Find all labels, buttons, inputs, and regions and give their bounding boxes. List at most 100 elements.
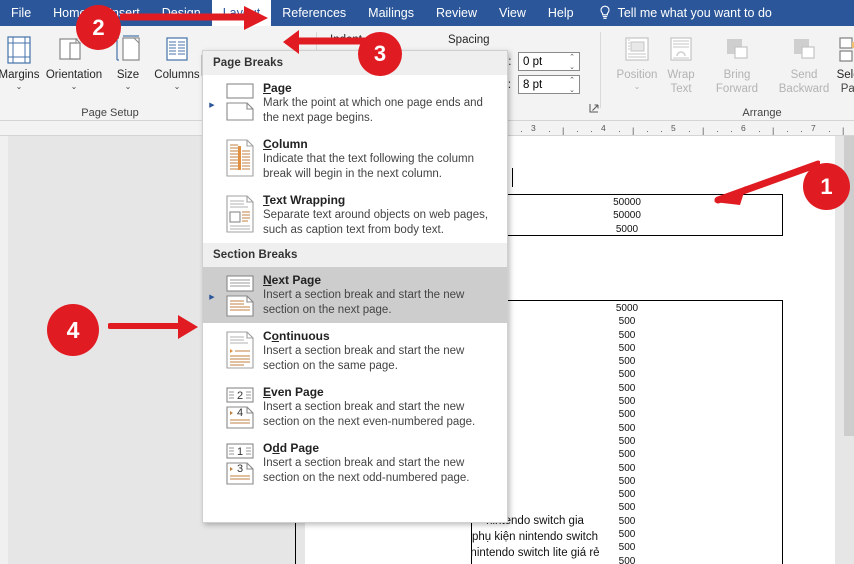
annotation-badge-3: 3 <box>358 32 402 76</box>
ruler-tick: | <box>772 126 774 136</box>
text-cursor <box>512 168 513 187</box>
table-cell-value: 500 <box>472 435 782 448</box>
tab-mailings[interactable]: Mailings <box>357 0 425 26</box>
svg-text:1: 1 <box>237 446 243 458</box>
ruler-tick: · <box>828 126 831 136</box>
table-cell-value: 500 <box>472 382 782 395</box>
ruler-tick: · <box>800 126 803 136</box>
table-cell-value: 500 <box>472 342 782 355</box>
bring-forward-icon <box>702 31 772 69</box>
menu-item-marker: ▶ <box>207 81 217 125</box>
menu-item-description: Insert a section break and start the new… <box>263 344 499 373</box>
ruler-tick: · <box>660 126 663 136</box>
tab-help[interactable]: Help <box>537 0 585 26</box>
menu-item-page[interactable]: ▶ Page Mark the point at which one page … <box>203 75 507 131</box>
bring-forward-label: Bring <box>702 69 772 82</box>
menu-section-header-section-breaks: Section Breaks <box>203 243 507 267</box>
ruler-tick: · <box>520 126 523 136</box>
next-page-break-icon <box>217 273 263 317</box>
menu-item-description: Mark the point at which one page ends an… <box>263 96 499 125</box>
spacing-label: Spacing <box>448 34 490 46</box>
menu-item-description: Indicate that the text following the col… <box>263 152 499 181</box>
keyword-line: nintendo switch lite giá rẻ <box>325 546 745 562</box>
menu-item-title-rest: ext Page <box>272 273 321 287</box>
column-break-icon <box>217 137 263 181</box>
annotation-badge-2: 2 <box>76 5 121 50</box>
menu-item-description: Separate text around objects on web page… <box>263 208 499 237</box>
keyword-line: phụ kiện nintendo switch <box>325 530 745 546</box>
spinner-arrows[interactable]: ⌃⌄ <box>565 76 579 93</box>
bring-forward-button[interactable]: Bring Forward <box>702 31 772 96</box>
odd-page-break-icon: 13 <box>217 441 263 485</box>
spinner-arrows[interactable]: ⌃⌄ <box>565 53 579 70</box>
menu-item-text-wrapping[interactable]: Text Wrapping Separate text around objec… <box>203 187 507 243</box>
table-cell-value: 500 <box>472 368 782 381</box>
table-cell-value: 500 <box>472 462 782 475</box>
ruler-tick: · <box>618 126 621 136</box>
spacing-before-input[interactable]: 0 pt ⌃⌄ <box>518 52 580 71</box>
menu-item-description: Insert a section break and start the new… <box>263 288 499 317</box>
ruler-number: 5 <box>671 123 676 133</box>
columns-label: Columns <box>146 69 208 82</box>
menu-item-title: Even Page <box>263 385 499 399</box>
menu-item-marker <box>207 329 217 373</box>
lightbulb-icon <box>599 5 611 21</box>
tab-review[interactable]: Review <box>425 0 488 26</box>
svg-text:2: 2 <box>237 390 243 402</box>
menu-item-next-page[interactable]: ▶ Next Page Insert a section break and s… <box>203 267 507 323</box>
tab-references[interactable]: References <box>271 0 357 26</box>
table-cell-value: 500 <box>472 408 782 421</box>
menu-item-title: Text Wrapping <box>263 193 499 207</box>
paragraph-dialog-launcher[interactable] <box>588 102 600 114</box>
chevron-down-icon[interactable]: ⌄ <box>146 83 208 91</box>
ruler-tick: | <box>632 126 634 136</box>
ruler-tick: · <box>730 126 733 136</box>
menu-item-title: Continuous <box>263 329 499 343</box>
ruler-tick: · <box>716 126 719 136</box>
table-cell-value: 500 <box>472 422 782 435</box>
tell-me-label: Tell me what you want to do <box>618 0 772 26</box>
group-divider <box>600 32 601 108</box>
menu-item-title-rest: ven Page <box>271 385 324 399</box>
chevron-down-icon[interactable]: ⌄ <box>43 83 105 91</box>
ruler-tick: | <box>842 126 844 136</box>
ruler-tick: · <box>590 126 593 136</box>
menu-item-title-rest: ntinuous <box>279 329 330 343</box>
menu-item-marker: ▶ <box>207 273 217 317</box>
orientation-label: Orientation <box>43 69 105 82</box>
menu-item-title-rest: age <box>271 81 292 95</box>
menu-item-odd-page[interactable]: 13 Odd Page Insert a section break and s… <box>203 435 507 491</box>
columns-button[interactable]: Columns ⌄ <box>146 31 208 91</box>
chevron-down-icon[interactable]: ⌄ <box>108 83 148 91</box>
ruler-tick: | <box>702 126 704 136</box>
table-cell-value: 500 <box>472 315 782 328</box>
annotation-arrow-1 <box>700 160 820 210</box>
page-break-icon <box>217 81 263 125</box>
menu-item-title: Page <box>263 81 499 95</box>
spacing-after-value: 8 pt <box>523 79 542 91</box>
menu-item-continuous[interactable]: Continuous Insert a section break and st… <box>203 323 507 379</box>
menu-item-title: Column <box>263 137 499 151</box>
ruler-tick: · <box>548 126 551 136</box>
selection-pane-button[interactable]: Selec Pan <box>828 31 854 96</box>
menu-item-even-page[interactable]: 24 Even Page Insert a section break and … <box>203 379 507 435</box>
bring-forward-sublabel: Forward <box>702 83 772 96</box>
breaks-dropdown-menu[interactable]: Page Breaks ▶ Page Mark the point at whi… <box>202 50 508 523</box>
table-cell-value: 500 <box>472 395 782 408</box>
menu-item-column[interactable]: Column Indicate that the text following … <box>203 131 507 187</box>
tell-me-box[interactable]: Tell me what you want to do <box>599 0 772 26</box>
table-cell-value: 500 <box>472 448 782 461</box>
size-label: Size <box>108 69 148 82</box>
tab-file[interactable]: File <box>0 0 42 26</box>
spacing-after-input[interactable]: 8 pt ⌃⌄ <box>518 75 580 94</box>
menu-item-title-pre: O <box>263 441 272 455</box>
ruler-tick: · <box>786 126 789 136</box>
ruler-tick: · <box>646 126 649 136</box>
tab-view[interactable]: View <box>488 0 537 26</box>
svg-text:3: 3 <box>237 463 243 475</box>
ruler-number: 6 <box>741 123 746 133</box>
menu-item-title: Next Page <box>263 273 499 287</box>
ruler-number: 4 <box>601 123 606 133</box>
menu-item-title-rest: d Page <box>280 441 319 455</box>
menu-item-marker <box>207 441 217 485</box>
